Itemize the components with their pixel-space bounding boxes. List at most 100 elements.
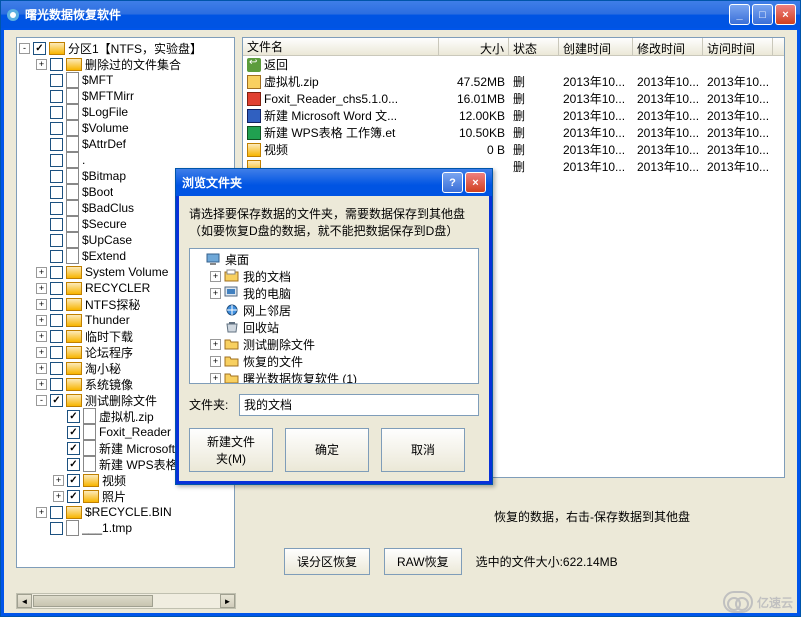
- expand-icon[interactable]: +: [210, 373, 221, 384]
- raw-recover-button[interactable]: RAW恢复: [384, 548, 462, 575]
- checkbox[interactable]: [50, 282, 63, 295]
- dialog-tree-item[interactable]: +测试删除文件: [192, 336, 476, 353]
- list-back-row[interactable]: 返回: [243, 56, 784, 73]
- checkbox[interactable]: [50, 106, 63, 119]
- maximize-button[interactable]: □: [752, 4, 773, 25]
- dialog-tree-item[interactable]: 桌面: [192, 251, 476, 268]
- dialog-tree-item[interactable]: +恢复的文件: [192, 353, 476, 370]
- tree-item[interactable]: +$RECYCLE.BIN: [19, 504, 232, 520]
- col-size[interactable]: 大小: [439, 38, 509, 55]
- list-row[interactable]: 虚拟机.zip47.52MB删2013年10...2013年10...2013年…: [243, 73, 784, 90]
- checkbox[interactable]: [50, 346, 63, 359]
- dialog-help-button[interactable]: ?: [442, 172, 463, 193]
- dialog-tree-item[interactable]: 回收站: [192, 319, 476, 336]
- tree-item[interactable]: $MFT: [19, 72, 232, 88]
- scan-partition-button[interactable]: 误分区恢复: [284, 548, 370, 575]
- checkbox[interactable]: [67, 442, 80, 455]
- minimize-button[interactable]: _: [729, 4, 750, 25]
- expand-icon[interactable]: +: [36, 59, 47, 70]
- dialog-tree-item[interactable]: 网上邻居: [192, 302, 476, 319]
- scroll-right-arrow[interactable]: ►: [220, 594, 235, 608]
- checkbox[interactable]: [50, 138, 63, 151]
- dialog-tree-item[interactable]: +我的文档: [192, 268, 476, 285]
- dialog-tree-item[interactable]: +我的电脑: [192, 285, 476, 302]
- checkbox[interactable]: [50, 298, 63, 311]
- expand-icon[interactable]: +: [36, 347, 47, 358]
- dialog-tree-item[interactable]: +曙光数据恢复软件 (1): [192, 370, 476, 384]
- expand-icon[interactable]: +: [36, 315, 47, 326]
- expand-icon[interactable]: +: [36, 507, 47, 518]
- expand-icon[interactable]: +: [210, 271, 221, 282]
- checkbox[interactable]: [67, 474, 80, 487]
- expand-icon[interactable]: +: [36, 379, 47, 390]
- checkbox[interactable]: [50, 170, 63, 183]
- checkbox[interactable]: [50, 522, 63, 535]
- expand-icon[interactable]: +: [36, 283, 47, 294]
- checkbox[interactable]: [50, 218, 63, 231]
- col-name[interactable]: 文件名: [243, 38, 439, 55]
- tree-item[interactable]: $Volume: [19, 120, 232, 136]
- checkbox[interactable]: [67, 458, 80, 471]
- expand-icon[interactable]: +: [36, 363, 47, 374]
- tree-item[interactable]: ___1.tmp: [19, 520, 232, 536]
- checkbox[interactable]: [50, 90, 63, 103]
- cancel-button[interactable]: 取消: [381, 428, 465, 472]
- checkbox[interactable]: [50, 122, 63, 135]
- tree-item[interactable]: $LogFile: [19, 104, 232, 120]
- col-status[interactable]: 状态: [509, 38, 559, 55]
- checkbox[interactable]: [67, 410, 80, 423]
- tree-item[interactable]: $MFTMirr: [19, 88, 232, 104]
- new-folder-button[interactable]: 新建文件夹(M): [189, 428, 273, 472]
- checkbox[interactable]: [33, 42, 46, 55]
- main-titlebar[interactable]: 曙光数据恢复软件 _ □ ×: [1, 1, 800, 28]
- list-row[interactable]: 视频0 B删2013年10...2013年10...2013年10...: [243, 141, 784, 158]
- file-list-header[interactable]: 文件名 大小 状态 创建时间 修改时间 访问时间: [243, 38, 784, 56]
- close-button[interactable]: ×: [775, 4, 796, 25]
- checkbox[interactable]: [50, 362, 63, 375]
- checkbox[interactable]: [50, 154, 63, 167]
- dialog-close-button[interactable]: ×: [465, 172, 486, 193]
- checkbox[interactable]: [67, 490, 80, 503]
- col-modified[interactable]: 修改时间: [633, 38, 703, 55]
- checkbox[interactable]: [50, 58, 63, 71]
- checkbox[interactable]: [50, 266, 63, 279]
- tree-item[interactable]: .: [19, 152, 232, 168]
- tree-item[interactable]: +照片: [19, 488, 232, 504]
- checkbox[interactable]: [50, 186, 63, 199]
- checkbox[interactable]: [50, 314, 63, 327]
- list-row[interactable]: 新建 WPS表格 工作簿.et10.50KB删2013年10...2013年10…: [243, 124, 784, 141]
- checkbox[interactable]: [50, 202, 63, 215]
- col-created[interactable]: 创建时间: [559, 38, 633, 55]
- scroll-left-arrow[interactable]: ◄: [17, 594, 32, 608]
- ok-button[interactable]: 确定: [285, 428, 369, 472]
- scroll-thumb[interactable]: [33, 595, 153, 607]
- checkbox[interactable]: [50, 234, 63, 247]
- expand-icon[interactable]: +: [36, 267, 47, 278]
- col-accessed[interactable]: 访问时间: [703, 38, 773, 55]
- expand-icon[interactable]: +: [210, 339, 221, 350]
- expand-icon[interactable]: +: [210, 288, 221, 299]
- checkbox[interactable]: [50, 378, 63, 391]
- tree-item[interactable]: $AttrDef: [19, 136, 232, 152]
- checkbox[interactable]: [50, 250, 63, 263]
- checkbox[interactable]: [50, 74, 63, 87]
- expand-icon[interactable]: +: [210, 356, 221, 367]
- list-row[interactable]: 新建 Microsoft Word 文...12.00KB删2013年10...…: [243, 107, 784, 124]
- tree-item[interactable]: +删除过的文件集合: [19, 56, 232, 72]
- collapse-icon[interactable]: -: [36, 395, 47, 406]
- checkbox[interactable]: [50, 394, 63, 407]
- expand-icon[interactable]: +: [53, 475, 64, 486]
- tree-item[interactable]: -分区1【NTFS，实验盘】: [19, 40, 232, 56]
- list-row[interactable]: Foxit_Reader_chs5.1.0...16.01MB删2013年10.…: [243, 90, 784, 107]
- tree-scrollbar-horizontal[interactable]: ◄ ►: [16, 593, 236, 609]
- expand-icon[interactable]: +: [36, 299, 47, 310]
- expand-icon[interactable]: +: [36, 331, 47, 342]
- dialog-titlebar[interactable]: 浏览文件夹 ? ×: [176, 169, 492, 196]
- collapse-icon[interactable]: -: [19, 43, 30, 54]
- folder-field-input[interactable]: [239, 394, 479, 416]
- checkbox[interactable]: [50, 506, 63, 519]
- checkbox[interactable]: [50, 330, 63, 343]
- checkbox[interactable]: [67, 426, 80, 439]
- expand-icon[interactable]: +: [53, 491, 64, 502]
- dialog-folder-tree[interactable]: 桌面+我的文档+我的电脑网上邻居回收站+测试删除文件+恢复的文件+曙光数据恢复软…: [189, 248, 479, 384]
